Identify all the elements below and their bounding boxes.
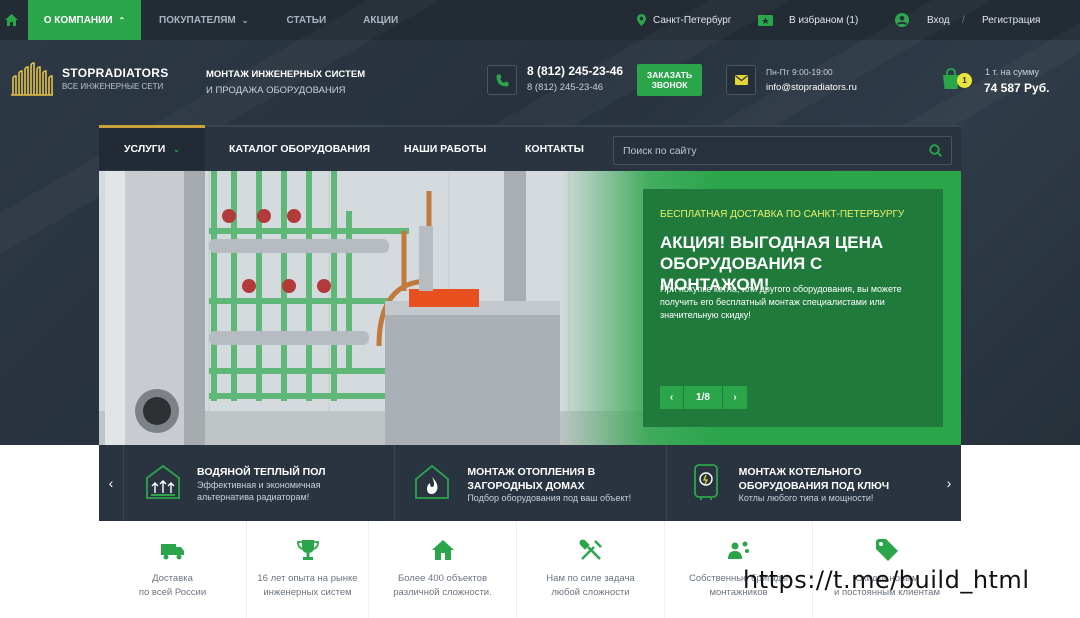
feature-text-line: Доставка по всей России <box>138 573 207 598</box>
location-pin-icon <box>637 14 646 26</box>
chevron-down-icon: ⌄ <box>241 15 249 25</box>
phone-secondary[interactable]: 8 (812) 245-23-46 <box>527 82 603 93</box>
cart-label: 1 т. на сумму <box>985 67 1039 77</box>
feature-text: 16 лет опыта на рынке инженерных систем <box>247 572 368 600</box>
slider-prev-button[interactable]: ‹ <box>660 386 683 409</box>
truck-icon <box>160 544 184 560</box>
services-carousel: ‹ ВОДЯНОЙ ТЕПЛЫЙ ПОЛ Эффективная и эконо… <box>99 445 961 521</box>
tagline-line-1: МОНТАЖ ИНЖЕНЕРНЫХ СИСТЕМ <box>206 69 366 80</box>
nav-catalog[interactable]: КАТАЛОГ ОБОРУДОВАНИЯ <box>229 127 370 170</box>
service-title: МОНТАЖ КОТЕЛЬНОГО ОБОРУДОВАНИЯ ПОД КЛЮЧ <box>738 466 890 492</box>
tag-icon <box>876 539 898 561</box>
mail-icon <box>726 65 756 95</box>
feature-item: Более 400 объектов различной сложности. <box>369 521 517 618</box>
feature-text: Нам по силе задача любой сложности <box>517 572 664 600</box>
cart-count-badge: 1 <box>957 73 972 88</box>
trophy-icon <box>296 540 319 560</box>
search-icon[interactable] <box>929 144 942 157</box>
services-prev-button[interactable]: ‹ <box>99 445 123 521</box>
floor-heating-icon <box>146 464 180 499</box>
promo-subtitle: БЕСПЛАТНАЯ ДОСТАВКА ПО САНКТ-ПЕТЕРБУРГУ <box>660 209 905 220</box>
logo-subtitle: ВСЕ ИНЖЕНЕРНЫЕ СЕТИ <box>62 82 164 91</box>
service-desc: Подбор оборудования под ваш объект! <box>467 493 632 503</box>
nav-about[interactable]: О КОМПАНИИ ⌃ <box>28 0 141 40</box>
nav-customers-label: ПОКУПАТЕЛЯМ <box>159 14 236 26</box>
service-desc: Котлы любого типа и мощности! <box>738 493 874 503</box>
nav-customers[interactable]: ПОКУПАТЕЛЯМ ⌄ <box>159 15 248 26</box>
service-title: МОНТАЖ ОТОПЛЕНИЯ В ЗАГОРОДНЫХ ДОМАХ <box>467 466 596 492</box>
feature-item: Доставка по всей России <box>99 521 247 618</box>
feature-text-line: Нам по силе задача любой сложности <box>546 573 635 598</box>
register-link[interactable]: Регистрация <box>982 0 1040 40</box>
promo-text: При покупке котла, или другого оборудова… <box>660 284 902 320</box>
tagline: МОНТАЖ ИНЖЕНЕРНЫХ СИСТЕМ И ПРОДАЖА ОБОРУ… <box>206 67 365 99</box>
service-card-heating[interactable]: МОНТАЖ ОТОПЛЕНИЯ В ЗАГОРОДНЫХ ДОМАХ Подб… <box>394 445 665 521</box>
service-desc: Эффективная и экономичная альтернатива р… <box>197 480 321 502</box>
service-title: ВОДЯНОЙ ТЕПЛЫЙ ПОЛ <box>197 466 326 478</box>
service-card-boiler[interactable]: МОНТАЖ КОТЕЛЬНОГО ОБОРУДОВАНИЯ ПОД КЛЮЧ … <box>665 445 937 521</box>
chevron-left-icon: ‹ <box>108 475 114 491</box>
boiler-icon <box>693 464 718 500</box>
logo-icon[interactable] <box>10 62 54 98</box>
tagline-line-2: И ПРОДАЖА ОБОРУДОВАНИЯ <box>206 85 346 96</box>
services-next-button[interactable]: › <box>937 445 961 521</box>
watermark-text: https://t.me/build_html <box>743 566 1030 594</box>
chevron-left-icon: ‹ <box>669 392 674 403</box>
slider-counter: 1/8 <box>684 386 722 409</box>
phone-main[interactable]: 8 (812) 245-23-46 <box>527 64 623 78</box>
chevron-up-icon: ⌃ <box>118 15 126 25</box>
feature-item: 16 лет опыта на рынке инженерных систем <box>247 521 369 618</box>
feature-text-line: Более 400 объектов различной сложности. <box>393 573 492 598</box>
nav-services-label: УСЛУГИ <box>124 143 166 155</box>
logo-title[interactable]: STOPRADIATORS <box>62 66 169 80</box>
nav-articles[interactable]: СТАТЬИ <box>286 15 326 26</box>
chevron-down-icon: ⌄ <box>173 144 180 154</box>
phone-icon <box>487 65 517 95</box>
working-hours: Пн-Пт 9:00-19:00 <box>766 67 833 77</box>
nav-articles-label: СТАТЬИ <box>286 14 327 26</box>
service-card-floor-heating[interactable]: ВОДЯНОЙ ТЕПЛЫЙ ПОЛ Эффективная и экономи… <box>123 445 394 521</box>
favorites-label: В избраном (1) <box>789 14 859 26</box>
callback-button[interactable]: ЗАКАЗАТЬ ЗВОНОК <box>637 64 702 96</box>
feature-text: Доставка по всей России <box>99 572 246 600</box>
workers-icon <box>727 541 749 559</box>
home-icon[interactable] <box>0 0 22 40</box>
home-icon <box>431 540 454 560</box>
nav-about-label: О КОМПАНИИ <box>43 14 113 26</box>
tools-icon <box>579 539 602 560</box>
cart-sum[interactable]: 74 587 Руб. <box>984 81 1049 95</box>
feature-text-line: 16 лет опыта на рынке инженерных систем <box>257 573 358 598</box>
nav-services[interactable]: УСЛУГИ ⌄ <box>99 125 205 170</box>
search-placeholder: Поиск по сайту <box>623 144 697 157</box>
chevron-right-icon: › <box>946 475 952 491</box>
feature-text: Более 400 объектов различной сложности. <box>369 572 516 600</box>
house-fire-icon <box>415 464 450 499</box>
nav-contacts[interactable]: КОНТАКТЫ <box>525 127 584 170</box>
cart-icon[interactable]: 1 <box>940 68 972 92</box>
email-link[interactable]: info@stopradiators.ru <box>766 82 857 93</box>
chevron-right-icon: › <box>733 392 737 403</box>
slider-next-button[interactable]: › <box>723 386 747 409</box>
nav-our-works[interactable]: НАШИ РАБОТЫ <box>404 127 486 170</box>
feature-item: Нам по силе задача любой сложности <box>517 521 665 618</box>
search-input[interactable]: Поиск по сайту <box>613 136 952 165</box>
